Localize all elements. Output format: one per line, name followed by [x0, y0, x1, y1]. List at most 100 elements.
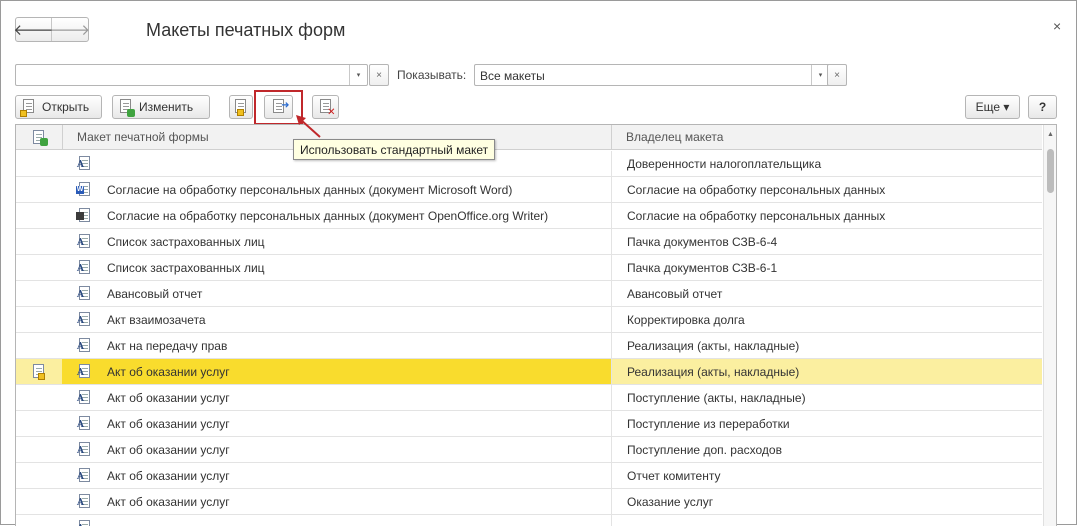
table-row[interactable]: A Акт об оказании услуг Поступление доп. р… — [16, 437, 1042, 463]
edit-button[interactable]: Изменить — [112, 95, 210, 119]
templates-table: Макет печатной формы Владелец макета A До… — [15, 124, 1057, 526]
row-marker-cell — [16, 177, 62, 202]
row-marker-cell — [16, 307, 62, 332]
column-header-owner[interactable]: Владелец макета — [626, 130, 723, 144]
show-label: Показывать: — [397, 68, 467, 82]
row-marker-cell — [16, 203, 62, 228]
owner-cell: Пачка документов СЗВ-6-4 — [611, 229, 1042, 254]
template-name-cell: A Акт об оказании услуг — [62, 463, 611, 488]
table-row[interactable]: A Авансовый отчет Авансовый отчет — [16, 281, 1042, 307]
template-name-cell: A — [62, 515, 611, 526]
template-name: Список застрахованных лиц — [107, 235, 265, 249]
table-row[interactable]: W Согласие на обработку персональных данн… — [16, 177, 1042, 203]
template-name-cell: A Список застрахованных лиц — [62, 229, 611, 254]
arrow-right-icon: 🡒 — [49, 22, 91, 39]
document-template-icon: A — [77, 520, 92, 526]
edit-template-button[interactable] — [229, 95, 253, 119]
owner-cell: Реализация (акты, накладные) — [611, 359, 1042, 384]
row-marker-cell — [16, 437, 62, 462]
template-owner: Согласие на обработку персональных данны… — [627, 183, 886, 197]
table-row[interactable]: A Список застрахованных лиц Пачка документ… — [16, 229, 1042, 255]
show-filter-value: Все макеты — [480, 69, 545, 83]
document-template-icon: A — [77, 234, 92, 249]
row-marker-cell — [16, 229, 62, 254]
open-button[interactable]: Открыть — [15, 95, 102, 119]
row-marker-cell — [16, 463, 62, 488]
template-owner: Поступление доп. расходов — [627, 443, 782, 457]
template-owner: Корректировка долга — [627, 313, 745, 327]
show-filter-select[interactable]: Все макеты ▾ — [474, 64, 830, 86]
template-status-icon — [32, 130, 48, 146]
document-template-icon: A — [77, 286, 92, 301]
owner-cell — [611, 515, 1042, 526]
owner-cell: Пачка документов СЗВ-6-1 — [611, 255, 1042, 280]
owner-cell: Согласие на обработку персональных данны… — [611, 177, 1042, 202]
more-button-label: Еще ▾ — [975, 100, 1010, 114]
template-name: Акт об оказании услуг — [107, 417, 230, 431]
edit-button-label: Изменить — [139, 100, 194, 114]
table-row[interactable]: A Акт об оказании услуг Оказание услуг — [16, 489, 1042, 515]
owner-cell: Поступление (акты, накладные) — [611, 385, 1042, 410]
close-icon[interactable]: × — [1053, 18, 1061, 34]
template-name: Согласие на обработку персональных данны… — [107, 183, 513, 197]
open-document-icon — [20, 99, 36, 117]
table-row[interactable]: A Акт об оказании услуг Поступление из пер… — [16, 411, 1042, 437]
document-template-icon: A — [77, 390, 92, 405]
row-marker-cell — [16, 255, 62, 280]
document-template-icon: A — [77, 416, 92, 431]
row-marker-cell — [16, 281, 62, 306]
navigation-buttons: 🡐 🡒 — [13, 17, 91, 42]
dialog-window: 🡐 🡒 Макеты печатных форм × ▾ × Показыват… — [0, 0, 1077, 526]
owner-cell: Доверенности налогоплательщика — [611, 151, 1042, 176]
back-button[interactable]: 🡐 — [13, 18, 54, 41]
help-button[interactable]: ? — [1028, 95, 1057, 119]
row-marker-cell — [16, 489, 62, 514]
template-owner: Пачка документов СЗВ-6-4 — [627, 235, 778, 249]
table-row[interactable]: A — [16, 515, 1042, 526]
template-name-cell: A Авансовый отчет — [62, 281, 611, 306]
template-owner: Поступление из переработки — [627, 417, 790, 431]
row-marker-cell — [16, 333, 62, 358]
template-name: Список застрахованных лиц — [107, 261, 265, 275]
table-body: A Доверенности налогоплательщика W Согласие… — [16, 151, 1042, 526]
vertical-scrollbar[interactable]: ▲ — [1043, 125, 1056, 526]
more-button[interactable]: Еще ▾ — [965, 95, 1020, 119]
column-header-template[interactable]: Макет печатной формы — [77, 130, 209, 144]
owner-cell: Отчет комитенту — [611, 463, 1042, 488]
table-row[interactable]: Согласие на обработку персональных данны… — [16, 203, 1042, 229]
table-header: Макет печатной формы Владелец макета — [16, 125, 1042, 150]
owner-cell: Корректировка долга — [611, 307, 1042, 332]
owner-cell: Реализация (акты, накладные) — [611, 333, 1042, 358]
chevron-down-icon[interactable]: ▾ — [349, 65, 367, 85]
template-owner: Согласие на обработку персональных данны… — [627, 209, 886, 223]
table-row[interactable]: A Акт об оказании услуг Реализация (акты, … — [16, 359, 1042, 385]
scrollbar-thumb[interactable] — [1047, 149, 1054, 193]
forward-button[interactable]: 🡒 — [49, 18, 91, 41]
table-row[interactable]: A Акт на передачу прав Реализация (акты, н… — [16, 333, 1042, 359]
table-row[interactable]: A Список застрахованных лиц Пачка документ… — [16, 255, 1042, 281]
template-name: Акт об оказании услуг — [107, 443, 230, 457]
table-row[interactable]: A Доверенности налогоплательщика — [16, 151, 1042, 177]
row-marker-cell — [16, 515, 62, 526]
table-row[interactable]: A Акт об оказании услуг Отчет комитенту — [16, 463, 1042, 489]
scroll-up-icon[interactable]: ▲ — [1047, 131, 1054, 138]
template-name-cell: Согласие на обработку персональных данны… — [62, 203, 611, 228]
owner-cell: Авансовый отчет — [611, 281, 1042, 306]
table-row[interactable]: A Акт об оказании услуг Поступление (акты,… — [16, 385, 1042, 411]
template-owner: Реализация (акты, накладные) — [627, 339, 800, 353]
current-row-icon — [32, 364, 46, 380]
tooltip: Использовать стандартный макет — [293, 139, 496, 160]
word-document-icon: W — [76, 182, 92, 197]
table-row[interactable]: A Акт взаимозачета Корректировка долга — [16, 307, 1042, 333]
row-marker-cell — [16, 151, 62, 176]
template-name: Акт об оказании услуг — [107, 495, 230, 509]
search-combo[interactable]: ▾ — [15, 64, 368, 86]
document-template-icon: A — [77, 442, 92, 457]
show-filter-clear-button[interactable]: × — [827, 64, 847, 86]
search-clear-button[interactable]: × — [369, 64, 389, 86]
template-name-cell: A Акт об оказании услуг — [62, 411, 611, 436]
template-name: Акт об оказании услуг — [107, 391, 230, 405]
page-title: Макеты печатных форм — [146, 20, 346, 40]
template-name-cell: W Согласие на обработку персональных данн… — [62, 177, 611, 202]
template-name-cell: A Акт об оказании услуг — [62, 489, 611, 514]
